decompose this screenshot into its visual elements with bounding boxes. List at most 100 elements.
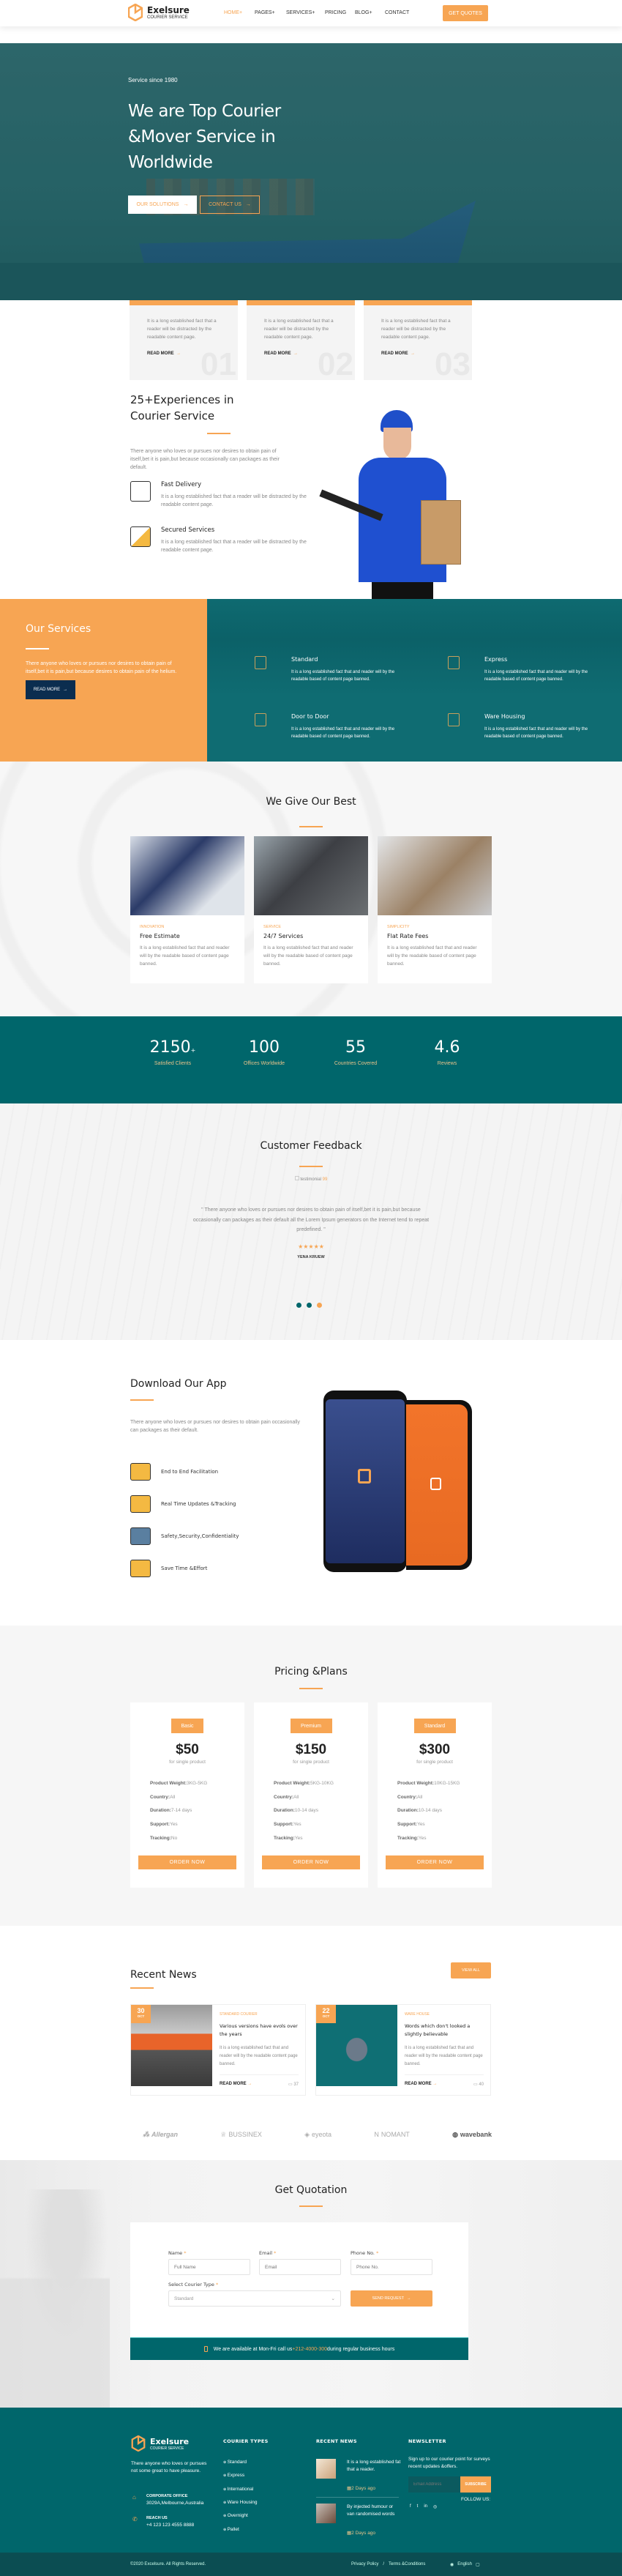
service-item[interactable]: Express It is a long established fact tha… bbox=[448, 656, 609, 683]
footer-logo[interactable]: Exelsure COURIER SERVICE bbox=[131, 2435, 189, 2452]
carousel-dot[interactable] bbox=[307, 1303, 312, 1308]
email-label: Email * bbox=[259, 2250, 276, 2256]
nav-blog[interactable]: BLOG+ bbox=[355, 10, 372, 15]
footer-link[interactable]: ⊕ Pallet bbox=[223, 2526, 239, 2534]
footer-news-title[interactable]: It is a long established fat that a read… bbox=[347, 2459, 402, 2473]
services-read-more-button[interactable]: READ MORE → bbox=[26, 680, 75, 699]
footer-link[interactable]: ⊕ International bbox=[223, 2486, 253, 2493]
partner-logo[interactable]: N NOMANT bbox=[374, 2131, 410, 2138]
service-item[interactable]: Ware Housing It is a long established fac… bbox=[448, 713, 609, 740]
subscribe-button[interactable]: SUBSCRIBE bbox=[460, 2476, 491, 2493]
nav-home[interactable]: HOME+ bbox=[224, 10, 242, 15]
comment-count: ▭ 37 bbox=[288, 2082, 299, 2087]
pricing-card: Premium $150 for single product Product Wei… bbox=[254, 1702, 368, 1888]
facebook-icon[interactable]: f bbox=[410, 2504, 411, 2509]
name-input[interactable] bbox=[168, 2259, 250, 2275]
language-selector[interactable]: ◉ English ▢ bbox=[450, 2562, 480, 2567]
our-solutions-button[interactable]: OUR SOLUTIONS → bbox=[128, 196, 197, 214]
reach-info: REACH US +4 123 123 4555 8888 bbox=[146, 2514, 194, 2529]
footer-link[interactable]: ⊕ Express bbox=[223, 2472, 244, 2479]
news-title[interactable]: Various versions have evols over the yea… bbox=[220, 2022, 299, 2039]
read-more-link[interactable]: READ MORE → bbox=[381, 351, 415, 356]
service-item[interactable]: Door to Door It is a long established fac… bbox=[255, 713, 416, 740]
feature-label: End to End Facilitation bbox=[161, 1469, 219, 1475]
newsletter-email-input[interactable] bbox=[408, 2476, 460, 2493]
social-links: f t in ◎ bbox=[410, 2504, 437, 2509]
service-item[interactable]: Standard It is a long established fact th… bbox=[255, 656, 416, 683]
feature-key: Duration: bbox=[274, 1808, 295, 1814]
feature-card[interactable]: INNOVATION Free Estimate It is a long esta… bbox=[130, 836, 244, 983]
privacy-policy-link[interactable]: Privacy Policy bbox=[351, 2562, 378, 2566]
stat-item: 55 Countries Covered bbox=[319, 1038, 392, 1066]
nav-pages[interactable]: PAGES+ bbox=[255, 10, 275, 15]
linkedin-icon[interactable]: in bbox=[424, 2504, 427, 2509]
feature-secured-services: Secured Services It is a long established… bbox=[130, 526, 307, 554]
order-now-button[interactable]: ORDER NOW bbox=[386, 1855, 484, 1869]
instagram-icon[interactable]: ◎ bbox=[433, 2504, 437, 2509]
footer-news-title[interactable]: By injected humour or van randomised wor… bbox=[347, 2504, 402, 2518]
terms-link[interactable]: Terms &Conditions bbox=[389, 2562, 425, 2566]
footer-news-thumbnail bbox=[316, 2504, 336, 2523]
contact-us-button[interactable]: CONTACT US → bbox=[200, 196, 260, 214]
read-more-link[interactable]: READ MORE → bbox=[264, 351, 298, 356]
partners-strip: ⁂ Allergan ♕ BUSSINEX ◈ eyeota N NOMANT ◍ waveban… bbox=[0, 2109, 622, 2160]
service-title: Ware Housing bbox=[484, 713, 525, 720]
partner-logo[interactable]: ◈ eyeota bbox=[304, 2131, 331, 2139]
footer-link[interactable]: ⊕ Standard bbox=[223, 2459, 247, 2466]
step-number: 01 bbox=[201, 346, 236, 382]
nav-contact[interactable]: CONTACT bbox=[385, 10, 409, 15]
time-box-icon bbox=[130, 1560, 151, 1577]
read-more-link[interactable]: READ MORE → bbox=[220, 2082, 252, 2087]
arrow-right-icon: → bbox=[183, 202, 189, 207]
feature-value: Yes bbox=[170, 1822, 178, 1828]
logo[interactable]: Exelsure COURIER SERVICE bbox=[128, 4, 190, 21]
pricing-section: Pricing &Plans Basic $50 for single produc… bbox=[0, 1626, 622, 1926]
courier-type-select[interactable]: Standard ⌄ bbox=[168, 2290, 341, 2307]
send-request-button[interactable]: SEND REQUEST → bbox=[351, 2290, 432, 2307]
news-card[interactable]: 22 OCT WARE HOUSE Words which don't looked … bbox=[315, 2004, 491, 2096]
hero-title-line: Worldwide bbox=[128, 153, 213, 172]
news-card[interactable]: 30 OCT STANDARD COURIER Various versions ha… bbox=[130, 2004, 306, 2096]
news-title[interactable]: Words which don't looked a slightly beli… bbox=[405, 2022, 484, 2039]
app-feature: Real Time Updates &Tracking bbox=[130, 1495, 236, 1513]
feature-card[interactable]: SERVICE 24/7 Services It is a long establi… bbox=[254, 836, 368, 983]
read-more-link[interactable]: READ MORE → bbox=[147, 351, 181, 356]
partner-logo[interactable]: ◍ wavebank bbox=[452, 2131, 492, 2139]
nav-services[interactable]: SERVICES+ bbox=[286, 10, 315, 15]
recent-news-title: RECENT NEWS bbox=[316, 2438, 357, 2444]
newsletter-text: Sign up to our courier point for surveys… bbox=[408, 2457, 490, 2469]
carousel-dot[interactable] bbox=[296, 1303, 301, 1308]
feature-key: Support: bbox=[274, 1822, 294, 1828]
phone-input[interactable] bbox=[351, 2259, 432, 2275]
globe-icon: ◉ bbox=[450, 2563, 454, 2567]
carousel-dot-active[interactable] bbox=[317, 1303, 322, 1308]
view-all-button[interactable]: VIEW ALL bbox=[451, 1962, 491, 1978]
step-header: STEP 03Receive Goods bbox=[364, 300, 472, 305]
nav-pricing[interactable]: PRICING bbox=[325, 10, 346, 15]
partner-logo[interactable]: ⁂ Allergan bbox=[143, 2131, 178, 2139]
step-text: It is a long established fact that a rea… bbox=[147, 319, 217, 340]
courier-types-title: COURIER TYPES bbox=[223, 2438, 269, 2444]
feature-fast-delivery: Fast Delivery It is a long established fa… bbox=[130, 481, 307, 509]
email-input[interactable] bbox=[259, 2259, 341, 2275]
title-underline bbox=[207, 433, 231, 434]
courier-man-image bbox=[319, 410, 461, 599]
footer-link[interactable]: ⊕ Ware Housing bbox=[223, 2499, 258, 2506]
twitter-icon[interactable]: t bbox=[417, 2504, 419, 2509]
footer-link[interactable]: ⊕ Overnight bbox=[223, 2512, 248, 2520]
order-now-button[interactable]: ORDER NOW bbox=[262, 1855, 360, 1869]
copyright: ©2020 Excelsure. All Rights Reserved. bbox=[130, 2562, 206, 2566]
feature-value: No bbox=[171, 1835, 178, 1841]
feature-card[interactable]: SIMPLICITY Flat Rate Fees It is a long est… bbox=[378, 836, 492, 983]
read-more-link[interactable]: READ MORE → bbox=[405, 2082, 437, 2087]
get-quotes-button[interactable]: GET QUOTES bbox=[443, 5, 488, 21]
background-person-image bbox=[0, 2189, 110, 2408]
service-title: Express bbox=[484, 656, 508, 663]
partner-logo-icon: N bbox=[374, 2131, 379, 2138]
stat-label: Offices Worldwide bbox=[243, 1061, 285, 1066]
step-header: STEP 01Apply Online bbox=[130, 300, 238, 305]
order-now-button[interactable]: ORDER NOW bbox=[138, 1855, 236, 1869]
availability-phone[interactable]: +212-4000-300 bbox=[292, 2347, 327, 2352]
partner-logo[interactable]: ♕ BUSSINEX bbox=[220, 2131, 262, 2139]
plan-subtitle: for single product bbox=[169, 1760, 206, 1765]
